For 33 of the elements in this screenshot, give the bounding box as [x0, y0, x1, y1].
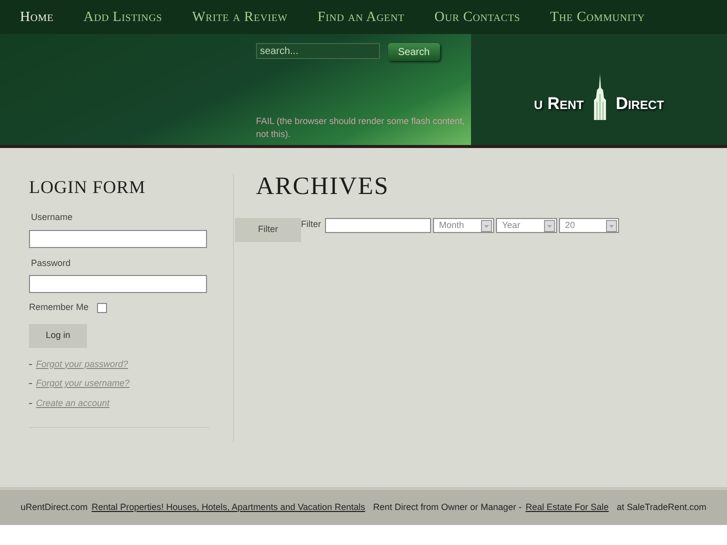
dropdown-select[interactable]: 20 — [559, 218, 619, 233]
nav-link[interactable]: Add Listings — [84, 6, 162, 28]
footer-link[interactable]: Real Estate For Sale — [526, 500, 609, 514]
nav-link[interactable]: Our Contacts — [434, 6, 520, 28]
footer-text: Rent Direct from Owner or Manager - — [373, 500, 522, 514]
field-label: Password — [31, 256, 72, 270]
login-button[interactable]: Log in — [29, 324, 87, 348]
search-button[interactable]: Search — [388, 43, 440, 61]
login-form-title: LOGIN FORM — [29, 176, 147, 199]
bullet-dash — [29, 364, 32, 365]
field-label: Username — [31, 211, 74, 224]
filter-field[interactable] — [325, 218, 431, 233]
nav-link[interactable]: Home — [20, 6, 54, 28]
username-field[interactable] — [29, 230, 207, 248]
footer-link[interactable]: Rental Properties! Houses, Hotels, Apartments and Vacation Rentals — [92, 500, 366, 514]
flash-fallback-text: FAIL (the browser should render some flash content, not this). — [256, 115, 466, 141]
checkbox-label: Remember Me — [29, 301, 89, 314]
logo-text: Direct — [616, 92, 664, 115]
search-field[interactable]: search... — [256, 43, 380, 59]
password-field[interactable] — [29, 275, 207, 293]
filter-button[interactable]: Filter — [235, 218, 301, 242]
logo-text: u Rent — [534, 92, 584, 115]
nav-link[interactable]: The Community — [550, 6, 645, 28]
footer-text: uRentDirect.com — [20, 500, 88, 514]
bullet-dash — [29, 402, 32, 404]
filter-label: Filter — [301, 218, 321, 231]
footer-text: at SaleTradeRent.com — [616, 500, 706, 514]
remember-checkbox[interactable] — [96, 302, 107, 313]
nav-link[interactable]: Write a Review — [192, 6, 288, 28]
dropdown-select[interactable]: Month — [433, 218, 494, 233]
nav-link[interactable]: Find an Agent — [318, 6, 404, 28]
dropdown-select[interactable]: Year — [496, 218, 557, 233]
archives-title: ARCHIVES — [256, 174, 390, 200]
